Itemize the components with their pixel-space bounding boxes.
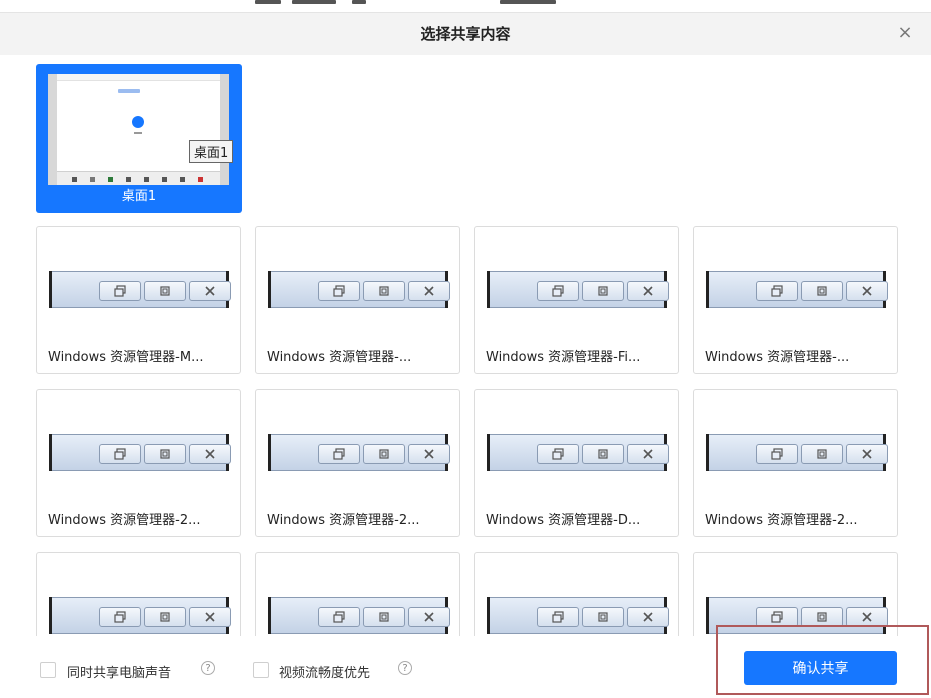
window-label: Windows 资源管理器-Fi... [486,350,641,365]
desktop-thumbnail [48,74,229,185]
restore-icon [756,607,798,627]
close-button[interactable]: × [890,21,920,45]
close-icon [189,281,231,301]
window-thumbnail [706,434,888,471]
window-thumbnail [706,597,888,634]
close-icon [627,281,669,301]
share-audio-label: 同时共享电脑声音 [67,666,172,681]
close-icon [189,607,231,627]
window-source-card[interactable]: Windows 资源管理器-2... [693,389,898,537]
restore-icon [99,281,141,301]
window-label: Windows 资源管理器-2... [267,513,420,528]
dialog-header: 选择共享内容 × [0,12,931,55]
maximize-icon [801,607,843,627]
window-source-card[interactable]: Windows 资源管理器-2... [36,389,241,537]
close-icon [408,281,450,301]
window-source-card[interactable] [36,552,241,636]
restore-icon [318,444,360,464]
maximize-icon [144,607,186,627]
maximize-icon [363,281,405,301]
desktop-tooltip: 桌面1 [189,140,234,163]
desktop-label: 桌面1 [121,189,157,204]
maximize-icon [363,444,405,464]
restore-icon [318,281,360,301]
maximize-icon [363,607,405,627]
video-smooth-label: 视频流畅度优先 [279,666,371,681]
window-source-card[interactable] [255,552,460,636]
restore-icon [537,281,579,301]
restore-icon [537,444,579,464]
close-icon [627,444,669,464]
maximize-icon [801,444,843,464]
close-icon [408,444,450,464]
window-thumbnail [706,271,888,308]
video-smooth-checkbox[interactable] [253,662,269,678]
restore-icon [756,281,798,301]
maximize-icon [144,281,186,301]
window-label: Windows 资源管理器-2... [48,513,201,528]
dialog-title: 选择共享内容 [420,25,511,43]
window-label: Windows 资源管理器-... [267,350,412,365]
restore-icon [99,444,141,464]
window-source-card[interactable] [474,552,679,636]
background-window-strip [0,0,931,12]
window-label: Windows 资源管理器-D... [486,513,641,528]
share-audio-checkbox[interactable] [40,662,56,678]
close-icon [189,444,231,464]
video-smooth-help-icon[interactable]: ? [398,661,412,675]
maximize-icon [144,444,186,464]
close-icon [408,607,450,627]
window-thumbnail [49,434,231,471]
close-icon [846,281,888,301]
maximize-icon [582,281,624,301]
window-thumbnail [487,271,669,308]
confirm-share-button[interactable]: 确认共享 [744,651,897,685]
window-source-card[interactable]: Windows 资源管理器-M... [36,226,241,374]
window-thumbnail [49,271,231,308]
window-source-card[interactable]: Windows 资源管理器-Fi... [474,226,679,374]
window-thumbnail [268,597,450,634]
maximize-icon [582,444,624,464]
window-label: Windows 资源管理器-2... [705,513,858,528]
window-thumbnail [268,434,450,471]
close-icon [846,607,888,627]
window-label: Windows 资源管理器-... [705,350,850,365]
window-label: Windows 资源管理器-M... [48,350,204,365]
window-source-card[interactable]: Windows 资源管理器-D... [474,389,679,537]
share-audio-help-icon[interactable]: ? [201,661,215,675]
window-source-card[interactable]: Windows 资源管理器-2... [255,389,460,537]
window-thumbnail [487,434,669,471]
window-thumbnail [487,597,669,634]
restore-icon [756,444,798,464]
restore-icon [318,607,360,627]
close-icon [627,607,669,627]
maximize-icon [801,281,843,301]
window-thumbnail [268,271,450,308]
close-icon [846,444,888,464]
window-thumbnail [49,597,231,634]
desktop-source-card[interactable]: 桌面1 桌面1 [36,64,242,213]
restore-icon [99,607,141,627]
maximize-icon [582,607,624,627]
window-source-card[interactable]: Windows 资源管理器-... [255,226,460,374]
window-source-card[interactable]: Windows 资源管理器-... [693,226,898,374]
window-source-card[interactable] [693,552,898,636]
restore-icon [537,607,579,627]
